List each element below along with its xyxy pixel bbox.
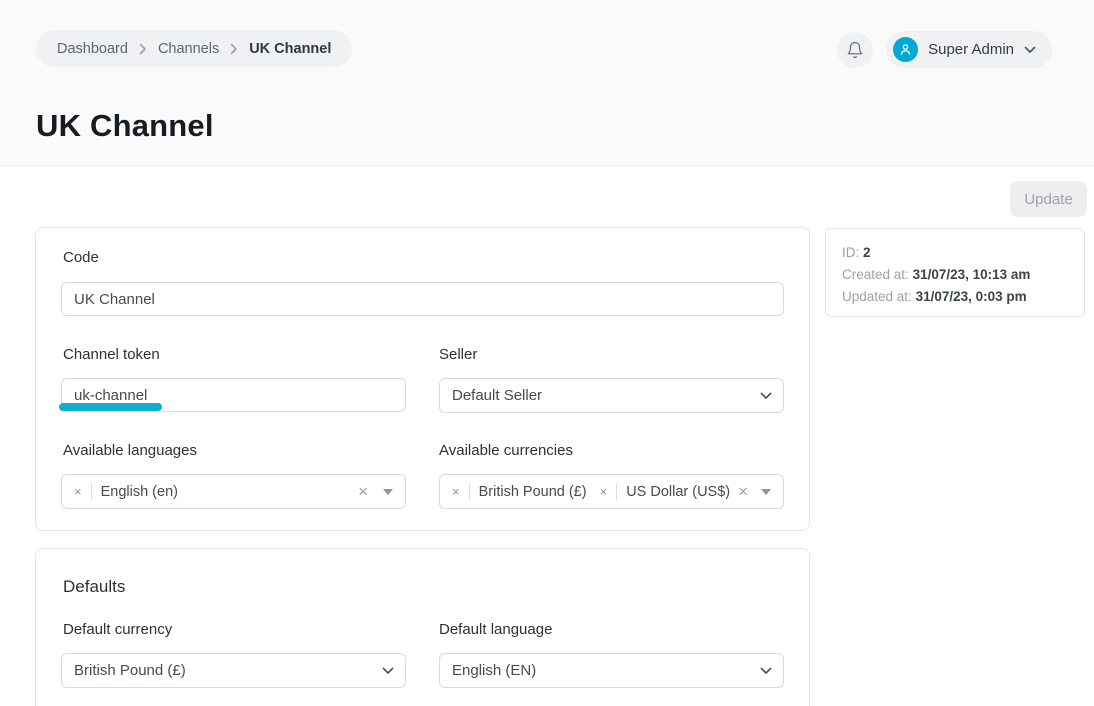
code-input[interactable] bbox=[61, 282, 784, 316]
selected-currency-chip: × British Pound (£) bbox=[452, 483, 587, 500]
id-value: 2 bbox=[863, 245, 871, 260]
id-label: ID: bbox=[842, 245, 859, 260]
page-title: UK Channel bbox=[36, 108, 214, 144]
available-languages-multiselect[interactable]: × English (en) × bbox=[61, 474, 406, 509]
page-header: Dashboard Channels UK Channel bbox=[0, 0, 1094, 166]
chevron-down-icon bbox=[1024, 46, 1036, 54]
created-at-value: 31/07/23, 10:13 am bbox=[913, 267, 1031, 282]
selected-currency-chip: × US Dollar (US$) bbox=[600, 483, 731, 500]
default-currency-select[interactable]: British Pound (£) bbox=[61, 653, 406, 688]
notifications-button[interactable] bbox=[837, 32, 873, 68]
remove-item-icon[interactable]: × bbox=[600, 485, 608, 498]
breadcrumb-item-current: UK Channel bbox=[249, 41, 331, 57]
topbar-right-cluster: Super Admin bbox=[837, 31, 1052, 68]
available-languages-label: Available languages bbox=[63, 442, 197, 459]
clear-all-icon[interactable]: × bbox=[738, 483, 748, 500]
channel-token-label: Channel token bbox=[63, 346, 160, 363]
seller-label: Seller bbox=[439, 346, 477, 363]
chip-divider bbox=[91, 483, 92, 500]
created-at-label: Created at: bbox=[842, 267, 909, 282]
clear-all-icon[interactable]: × bbox=[358, 483, 368, 500]
defaults-heading: Defaults bbox=[63, 577, 125, 597]
bell-icon bbox=[846, 41, 864, 59]
chip-label: British Pound (£) bbox=[479, 484, 587, 500]
seller-select[interactable]: Default Seller bbox=[439, 378, 784, 413]
triangle-down-icon[interactable] bbox=[761, 489, 771, 495]
remove-item-icon[interactable]: × bbox=[74, 485, 82, 498]
chevron-right-icon bbox=[230, 43, 238, 55]
breadcrumb-item-channels[interactable]: Channels bbox=[158, 41, 219, 57]
selected-language-chip: × English (en) bbox=[74, 483, 178, 500]
update-button[interactable]: Update bbox=[1010, 181, 1087, 217]
breadcrumb-item-dashboard[interactable]: Dashboard bbox=[57, 41, 128, 57]
meta-created-row: Created at: 31/07/23, 10:13 am bbox=[842, 264, 1068, 286]
token-highlight-annotation bbox=[59, 403, 162, 411]
defaults-card: Defaults Default currency British Pound … bbox=[35, 548, 810, 706]
channel-detail-page: Dashboard Channels UK Channel bbox=[0, 0, 1094, 706]
chip-label: US Dollar (US$) bbox=[626, 484, 730, 500]
avatar bbox=[893, 37, 918, 62]
chip-divider bbox=[616, 483, 617, 500]
chevron-right-icon bbox=[139, 43, 147, 55]
default-language-label: Default language bbox=[439, 621, 552, 638]
user-name: Super Admin bbox=[928, 41, 1014, 58]
chip-label: English (en) bbox=[101, 484, 178, 500]
default-language-select[interactable]: English (EN) bbox=[439, 653, 784, 688]
available-currencies-label: Available currencies bbox=[439, 442, 573, 459]
updated-at-label: Updated at: bbox=[842, 289, 912, 304]
triangle-down-icon[interactable] bbox=[383, 489, 393, 495]
person-icon bbox=[898, 42, 913, 57]
user-menu-button[interactable]: Super Admin bbox=[886, 31, 1052, 68]
breadcrumb: Dashboard Channels UK Channel bbox=[36, 30, 352, 67]
meta-id-row: ID: 2 bbox=[842, 242, 1068, 264]
updated-at-value: 31/07/23, 0:03 pm bbox=[916, 289, 1027, 304]
entity-meta-card: ID: 2 Created at: 31/07/23, 10:13 am Upd… bbox=[825, 228, 1085, 317]
available-currencies-multiselect[interactable]: × British Pound (£) × US Dollar (US$) × bbox=[439, 474, 784, 509]
remove-item-icon[interactable]: × bbox=[452, 485, 460, 498]
channel-form-card: Code Channel token Seller Default Seller… bbox=[35, 227, 810, 531]
default-currency-label: Default currency bbox=[63, 621, 172, 638]
meta-updated-row: Updated at: 31/07/23, 0:03 pm bbox=[842, 286, 1068, 308]
code-label: Code bbox=[63, 249, 99, 266]
chip-divider bbox=[469, 483, 470, 500]
